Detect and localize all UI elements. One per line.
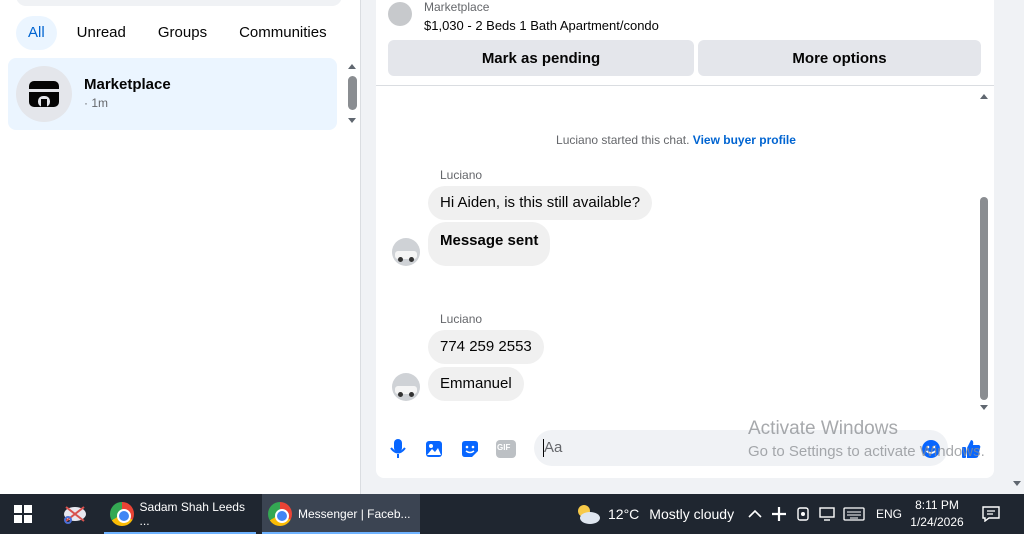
storefront-icon <box>16 66 72 122</box>
windows-start-icon[interactable] <box>14 494 32 534</box>
network-icon[interactable] <box>818 494 836 534</box>
chat-start-text: Luciano started this chat. <box>556 133 690 147</box>
chrome-icon <box>110 502 134 526</box>
weather-desc: Mostly cloudy <box>649 506 735 522</box>
mark-as-pending-button[interactable]: Mark as pending <box>388 40 694 76</box>
listing-thumbnail[interactable] <box>388 2 412 26</box>
clock-time: 8:11 PM <box>915 498 959 512</box>
sender-avatar[interactable] <box>392 238 420 266</box>
more-options-button[interactable]: More options <box>698 40 981 76</box>
gif-icon[interactable]: GIF <box>495 438 517 460</box>
sticker-icon[interactable] <box>459 438 481 460</box>
windows-taskbar: Sadam Shah Leeds ... Messenger | Faceb..… <box>0 494 1024 534</box>
gif-label: GIF <box>497 443 511 452</box>
chat-scrollbar-thumb[interactable] <box>980 197 988 400</box>
chevron-up-icon[interactable] <box>748 494 762 534</box>
chrome-icon <box>268 502 292 526</box>
weather-widget[interactable]: 12°C Mostly cloudy <box>574 494 734 534</box>
sender-name: Luciano <box>440 168 483 182</box>
taskbar-app-label: Messenger | Faceb... <box>298 507 411 521</box>
notification-icon[interactable] <box>982 494 1000 534</box>
filter-all[interactable]: All <box>16 16 57 50</box>
message-composer: GIF Aa <box>376 420 994 478</box>
sender-name: Luciano <box>440 312 483 326</box>
keyboard-icon[interactable] <box>843 494 865 534</box>
cloudy-weather-icon <box>578 505 600 524</box>
chat-panel: Marketplace $1,030 - 2 Beds 1 Bath Apart… <box>376 0 994 478</box>
scrollbar-thumb[interactable] <box>348 76 357 110</box>
emoji-icon[interactable] <box>920 438 942 460</box>
conversation-list-panel: All Unread Groups Communities Marketplac… <box>0 0 360 494</box>
thumbs-up-icon[interactable] <box>960 438 982 460</box>
taskbar-app-chrome-1[interactable]: Sadam Shah Leeds ... <box>104 494 256 534</box>
filter-communities[interactable]: Communities <box>227 16 339 50</box>
clock-date: 1/24/2026 <box>910 515 964 529</box>
scroll-down-arrow-icon[interactable] <box>347 115 357 125</box>
view-buyer-profile-link[interactable]: View buyer profile <box>693 133 796 147</box>
plus-icon[interactable] <box>771 494 787 534</box>
filter-tabs: All Unread Groups Communities <box>16 16 339 50</box>
chat-scroll-down-arrow-icon[interactable] <box>979 404 989 412</box>
conversation-time: · 1m <box>84 96 108 110</box>
sender-avatar[interactable] <box>392 373 420 401</box>
message-thread: Luciano started this chat. View buyer pr… <box>376 87 994 417</box>
search-bar[interactable] <box>16 0 342 6</box>
conversation-item-marketplace[interactable]: Marketplace · 1m <box>8 58 337 130</box>
page-scroll-down-arrow-icon[interactable] <box>1012 480 1022 488</box>
filter-groups[interactable]: Groups <box>146 16 219 50</box>
weather-temp: 12°C <box>608 506 640 522</box>
microphone-icon[interactable] <box>387 438 409 460</box>
chat-start-notice: Luciano started this chat. View buyer pr… <box>376 133 976 147</box>
language-indicator[interactable]: ENG <box>876 494 902 534</box>
message-bubble[interactable]: Message sent <box>428 222 551 266</box>
scroll-up-arrow-icon[interactable] <box>347 62 357 72</box>
header-title: Marketplace <box>424 0 490 14</box>
message-bubble[interactable]: Emmanuel <box>428 367 524 401</box>
chat-header: Marketplace $1,030 - 2 Beds 1 Bath Apart… <box>376 0 994 86</box>
message-bubble[interactable]: Hi Aiden, is this still available? <box>428 186 653 220</box>
panel-divider <box>360 0 361 494</box>
snipping-tool-icon[interactable] <box>62 494 88 534</box>
conversation-name: Marketplace <box>84 76 171 93</box>
chat-scroll-up-arrow-icon[interactable] <box>979 92 989 100</box>
image-icon[interactable] <box>423 438 445 460</box>
message-bubble[interactable]: 774 259 2553 <box>428 330 544 364</box>
meet-now-icon[interactable] <box>796 494 810 534</box>
message-input[interactable]: Aa <box>534 430 948 466</box>
taskbar-app-chrome-2[interactable]: Messenger | Faceb... <box>262 494 420 534</box>
taskbar-app-label: Sadam Shah Leeds ... <box>139 500 245 528</box>
filter-unread[interactable]: Unread <box>65 16 138 50</box>
listing-title[interactable]: $1,030 - 2 Beds 1 Bath Apartment/condo <box>424 18 659 33</box>
system-clock[interactable]: 8:11 PM 1/24/2026 <box>904 497 970 531</box>
